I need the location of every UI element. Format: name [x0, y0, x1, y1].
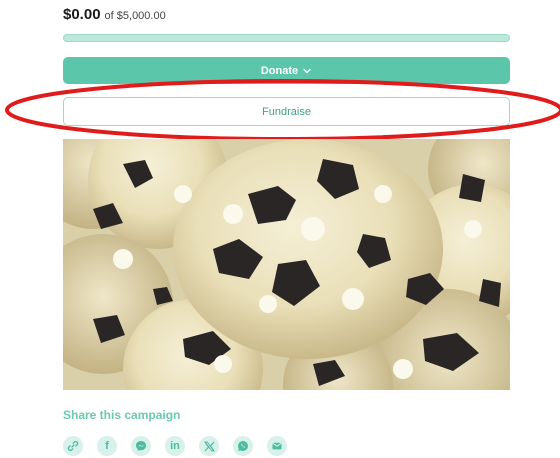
linkedin-share-button[interactable]: in: [165, 436, 185, 456]
link-icon: [67, 440, 79, 452]
messenger-share-button[interactable]: [131, 436, 151, 456]
donate-label: Donate: [260, 64, 299, 77]
fundraise-label: Fundraise: [262, 105, 311, 118]
messenger-icon: [136, 441, 146, 451]
whatsapp-icon: [238, 441, 248, 451]
whatsapp-share-button[interactable]: [233, 436, 253, 456]
facebook-share-button[interactable]: f: [97, 436, 117, 456]
funding-amount: $0.00 of $5,000.00: [63, 6, 166, 28]
chevron-down-icon: [303, 68, 311, 73]
linkedin-icon: in: [170, 439, 180, 452]
facebook-icon: f: [105, 439, 109, 452]
amount-raised: $0.00: [63, 6, 101, 23]
share-buttons: f in: [63, 436, 287, 456]
donate-button[interactable]: Donate: [63, 57, 510, 84]
progress-bar: [63, 34, 510, 42]
cookies-photo: [63, 139, 510, 390]
share-title: Share this campaign: [63, 408, 181, 422]
campaign-image: [63, 139, 510, 390]
campaign-panel: $0.00 of $5,000.00 Donate Fundraise Shar…: [0, 0, 560, 458]
amount-goal: of $5,000.00: [104, 10, 166, 22]
fundraise-button[interactable]: Fundraise: [63, 97, 510, 126]
email-share-button[interactable]: [267, 436, 287, 456]
x-icon: [203, 441, 215, 451]
link-share-button[interactable]: [63, 436, 83, 456]
email-icon: [272, 442, 282, 450]
x-share-button[interactable]: [199, 436, 219, 456]
